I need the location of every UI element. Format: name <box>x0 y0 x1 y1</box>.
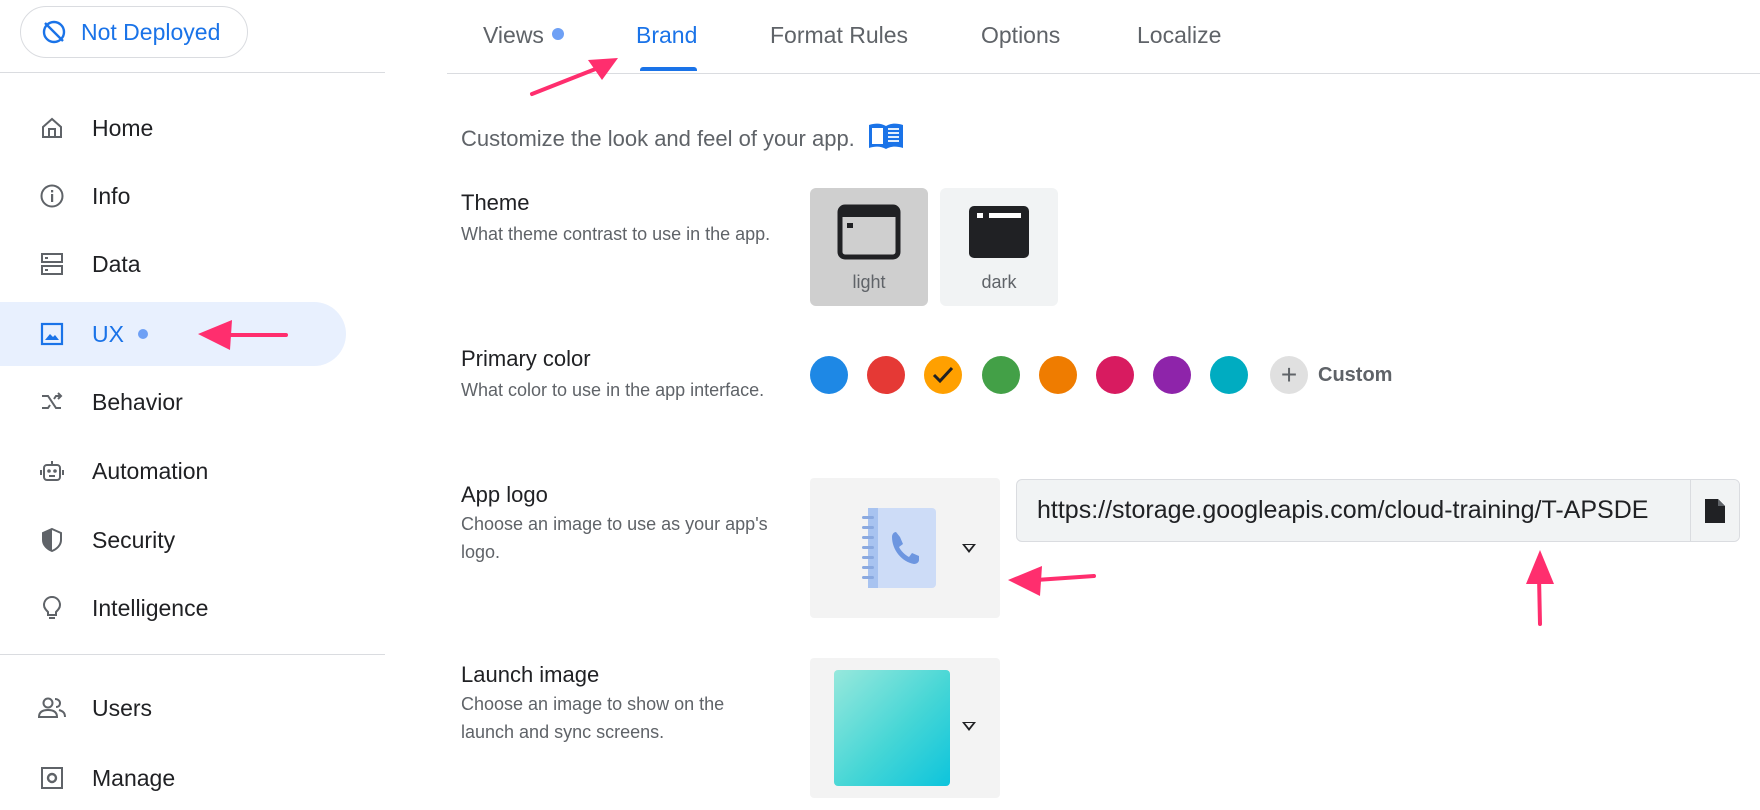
sidebar-item-label: Users <box>92 694 153 721</box>
color-swatch[interactable] <box>810 356 848 394</box>
sidebar-item-intelligence[interactable]: Intelligence <box>0 576 346 640</box>
sidebar-item-automation[interactable]: Automation <box>0 439 346 503</box>
theme-label: Theme <box>461 190 530 215</box>
sidebar-item-label: Security <box>92 526 176 553</box>
sidebar-item-label: Intelligence <box>92 594 209 621</box>
theme-option-light[interactable]: light <box>810 188 928 306</box>
app-logo-label: App logo <box>461 482 548 507</box>
chevron-down-icon[interactable] <box>962 544 976 553</box>
sidebar-item-label: Manage <box>92 764 176 791</box>
sidebar-item-label: Data <box>92 250 141 277</box>
shield-icon <box>38 526 66 554</box>
launch-image-description: Choose an image to show on the launch an… <box>461 694 725 742</box>
launch-image-label: Launch image <box>461 662 600 687</box>
sidebar-item-home[interactable]: Home <box>0 96 346 160</box>
sidebar-item-manage[interactable]: Manage <box>0 746 346 810</box>
sidebar-item-users[interactable]: Users <box>0 676 346 740</box>
image-icon <box>38 320 66 348</box>
data-icon <box>38 250 66 278</box>
color-swatch[interactable] <box>924 356 963 394</box>
sidebar-item-label: Info <box>92 182 131 209</box>
primary-color-label: Primary color <box>461 346 591 371</box>
theme-option-label: light <box>852 272 886 292</box>
light-window-icon <box>837 204 901 260</box>
tab-brand[interactable]: Brand <box>636 22 697 49</box>
home-icon <box>38 114 66 142</box>
dark-window-icon <box>969 206 1029 258</box>
launch-image-picker[interactable] <box>810 658 1000 798</box>
primary-color-description: What color to use in the app interface. <box>461 380 765 400</box>
sidebar-divider <box>0 654 385 655</box>
robot-icon <box>38 457 66 485</box>
sidebar-item-label: Behavior <box>92 388 183 415</box>
manage-icon <box>38 764 66 792</box>
sidebar-divider <box>0 72 385 73</box>
color-swatch[interactable] <box>1210 356 1249 394</box>
deploy-status-chip[interactable]: Not Deployed <box>20 6 248 58</box>
behavior-icon <box>38 388 66 416</box>
theme-option-label: dark <box>981 272 1017 292</box>
launch-image-thumbnail <box>834 670 950 786</box>
tab-format-rules[interactable]: Format Rules <box>770 22 908 49</box>
sidebar-item-label: UX <box>92 320 124 347</box>
sidebar-item-data[interactable]: Data <box>0 232 346 296</box>
sidebar-item-behavior[interactable]: Behavior <box>0 370 346 434</box>
sidebar-item-security[interactable]: Security <box>0 508 346 572</box>
annotation-arrow <box>1008 566 1096 596</box>
tab-options[interactable]: Options <box>981 22 1060 49</box>
sidebar-item-ux[interactable]: UX <box>0 302 346 366</box>
add-custom-color-button[interactable]: + <box>1270 356 1308 394</box>
info-icon <box>38 182 66 210</box>
active-tab-indicator <box>640 67 697 71</box>
sidebar-item-info[interactable]: Info <box>0 164 346 228</box>
brand-intro: Customize the look and feel of your app. <box>461 121 905 157</box>
chevron-down-icon[interactable] <box>962 722 976 731</box>
color-swatch[interactable] <box>981 356 1020 394</box>
logo-url-input[interactable] <box>1017 480 1693 541</box>
color-swatch[interactable] <box>867 356 906 394</box>
unsaved-dot <box>137 329 148 339</box>
unsaved-dot <box>552 28 564 40</box>
theme-option-dark[interactable]: dark <box>940 188 1058 306</box>
tab-views[interactable]: Views <box>483 22 544 49</box>
sidebar-item-label: Home <box>92 114 154 141</box>
book-icon[interactable] <box>867 121 905 157</box>
app-logo-picker[interactable] <box>810 478 1000 618</box>
color-swatch[interactable] <box>1096 356 1134 394</box>
app-logo-description: Choose an image to use as your app's log… <box>461 514 768 562</box>
sidebar-item-label: Automation <box>92 457 209 484</box>
tab-localize[interactable]: Localize <box>1137 22 1221 49</box>
logo-url-field[interactable] <box>1016 479 1740 542</box>
color-swatch[interactable] <box>1153 356 1192 394</box>
lightbulb-icon <box>38 594 66 622</box>
annotation-arrow <box>1526 550 1554 626</box>
check-icon <box>933 366 954 384</box>
not-deployed-icon <box>42 20 66 44</box>
contact-book-icon <box>862 508 936 588</box>
theme-description: What theme contrast to use in the app. <box>461 224 771 244</box>
users-icon <box>38 694 66 722</box>
intro-text: Customize the look and feel of your app. <box>461 126 855 151</box>
file-icon[interactable] <box>1690 480 1739 541</box>
sidebar: Not Deployed Home Info Data UX Behavior <box>0 0 385 802</box>
custom-color-label[interactable]: Custom <box>1318 364 1392 387</box>
color-swatch[interactable] <box>1038 356 1077 394</box>
deploy-status-label: Not Deployed <box>81 18 221 45</box>
